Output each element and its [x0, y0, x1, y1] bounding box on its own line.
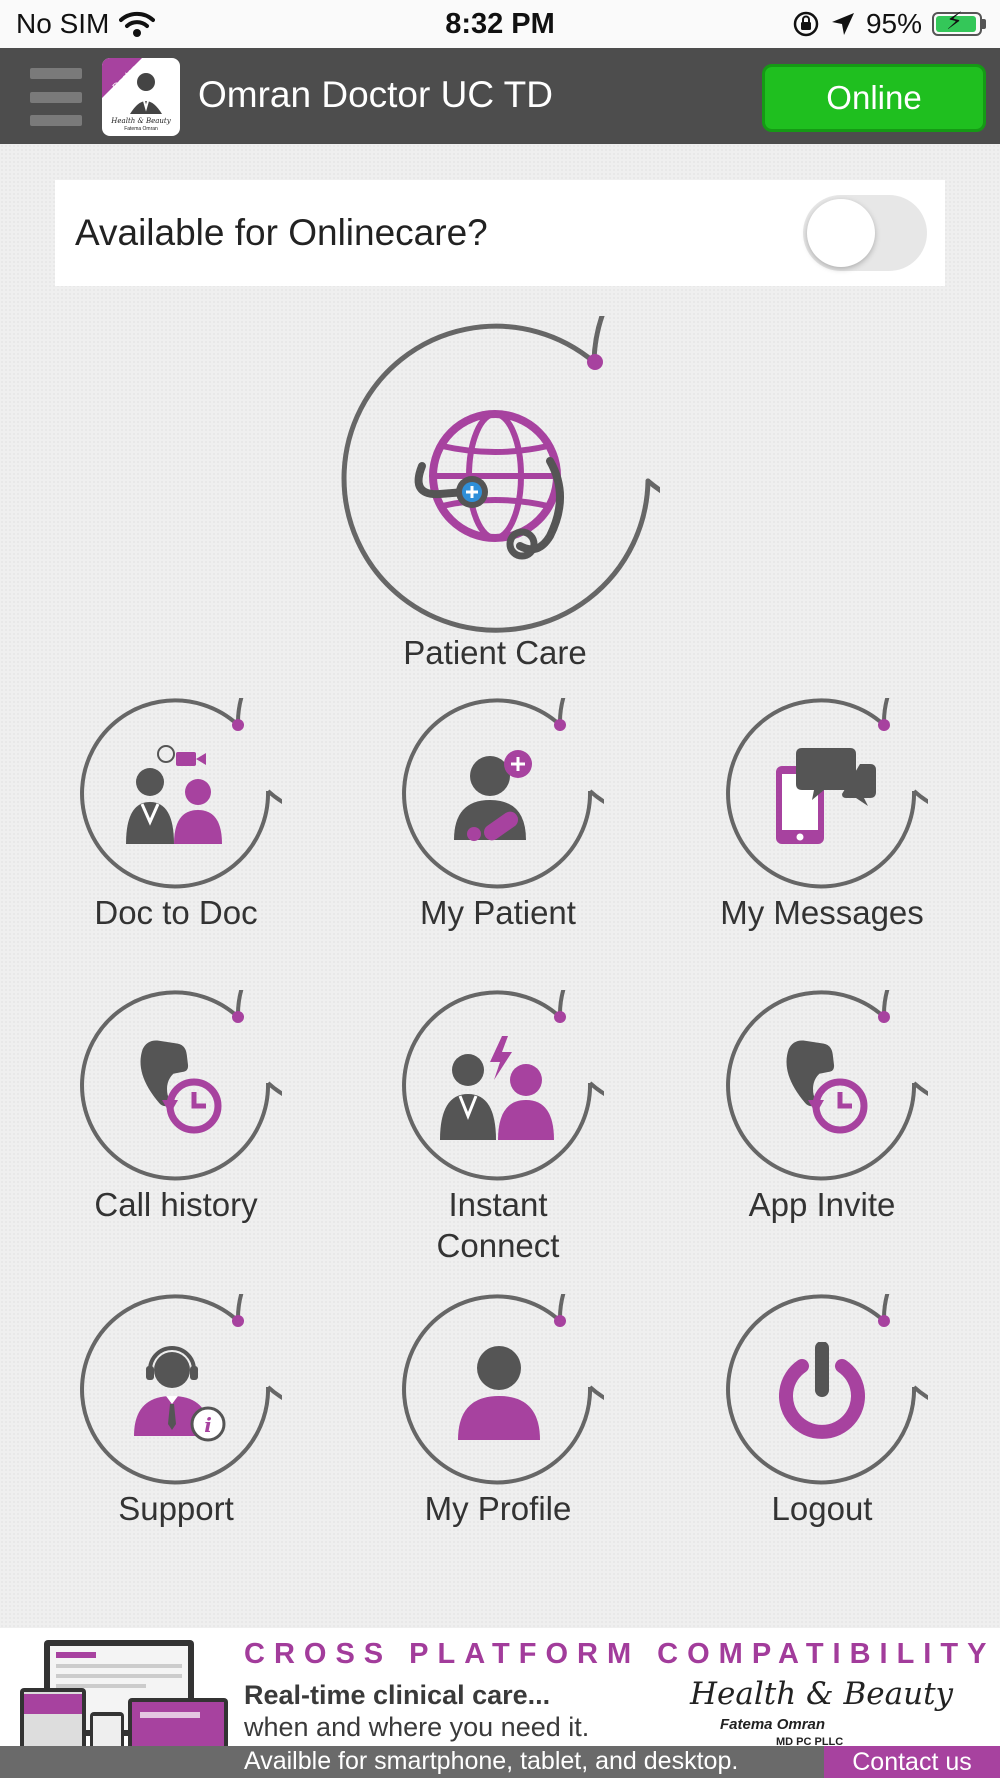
instant-connect-label: Instant Connect — [372, 1184, 624, 1266]
banner-availability-text: Availble for smartphone, tablet, and des… — [244, 1747, 739, 1775]
phone-chat-icon — [776, 748, 876, 844]
my-patient-button[interactable]: My Patient — [392, 698, 604, 934]
status-bar: No SIM 8:32 PM 95% ⚡ — [0, 0, 1000, 48]
my-profile-label: My Profile — [424, 1490, 572, 1527]
banner-footer-strip: Availble for smartphone, tablet, and des… — [0, 1746, 1000, 1778]
hamburger-menu-button[interactable] — [30, 68, 82, 126]
banner-line-1: Real-time clinical care... — [244, 1680, 551, 1710]
availability-card: Available for Onlinecare? — [55, 180, 945, 286]
doctor-patient-lightning-icon — [440, 1036, 554, 1140]
ad-banner[interactable]: CROSS PLATFORM COMPATIBILITY Real-time c… — [0, 1628, 1000, 1778]
battery-icon: ⚡ — [932, 10, 982, 36]
contact-us-button[interactable]: Contact us — [824, 1746, 1000, 1778]
logo-name-text: Fatema Omran — [124, 126, 158, 132]
patient-pill-icon — [454, 750, 532, 841]
call-history-label: Call history — [94, 1186, 258, 1223]
instant-connect-label-line2: Connect — [436, 1227, 560, 1264]
banner-headline: CROSS PLATFORM COMPATIBILITY — [244, 1638, 996, 1670]
call-history-button[interactable]: Call history — [70, 990, 282, 1226]
banner-brand: Health & Beauty — [690, 1676, 954, 1712]
status-right: 95% ⚡ — [792, 8, 986, 40]
app-logo: Doctor Health & Beauty Fatema Omran — [102, 58, 180, 136]
app-invite-button[interactable]: App Invite — [716, 990, 928, 1226]
phone-clock-icon — [140, 1040, 222, 1134]
availability-toggle[interactable] — [803, 195, 927, 271]
patient-care-label: Patient Care — [403, 634, 587, 671]
banner-owner: Fatema Omran — [720, 1716, 826, 1733]
my-messages-label: My Messages — [720, 894, 924, 931]
my-patient-label: My Patient — [420, 894, 576, 931]
battery-percent: 95% — [865, 8, 922, 39]
app-invite-label: App Invite — [748, 1186, 896, 1223]
app-title: Omran Doctor UC TD — [198, 74, 553, 115]
phone-clock-icon — [786, 1040, 868, 1134]
location-arrow-icon — [831, 13, 854, 35]
orientation-lock-icon — [793, 11, 819, 37]
support-label: Support — [118, 1490, 234, 1527]
user-icon — [458, 1346, 540, 1440]
doctors-video-icon — [126, 745, 222, 844]
app-header: Doctor Health & Beauty Fatema Omran Omra… — [0, 48, 1000, 144]
availability-label: Available for Onlinecare? — [75, 212, 488, 253]
my-profile-button[interactable]: My Profile — [392, 1294, 604, 1530]
support-button[interactable]: i Support — [70, 1294, 282, 1530]
banner-line-2: when and where you need it. — [244, 1712, 590, 1742]
toggle-knob — [807, 199, 875, 267]
instant-connect-label-line1: Instant — [448, 1186, 548, 1223]
instant-connect-button[interactable]: Instant Connect — [392, 990, 604, 1270]
my-messages-button[interactable]: My Messages — [716, 698, 928, 934]
patient-care-button[interactable]: Patient Care — [330, 316, 660, 676]
online-status-button[interactable]: Online — [762, 64, 986, 132]
doc-to-doc-button[interactable]: Doc to Doc — [70, 698, 282, 934]
logout-label: Logout — [771, 1490, 873, 1527]
power-icon — [779, 1342, 865, 1439]
svg-text:i: i — [204, 1413, 212, 1437]
logo-brand-text: Health & Beauty — [110, 117, 171, 125]
headset-agent-icon: i — [134, 1346, 226, 1442]
globe-stethoscope-icon — [414, 410, 564, 560]
doc-to-doc-label: Doc to Doc — [94, 894, 258, 931]
logout-button[interactable]: Logout — [716, 1294, 928, 1530]
